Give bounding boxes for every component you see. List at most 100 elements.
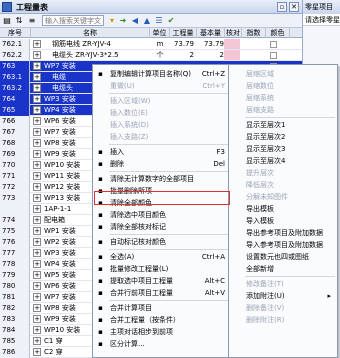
menu-item[interactable]: 重做(U) Ctrl+Y <box>93 80 231 92</box>
next-arrow-icon[interactable]: ➜ <box>118 16 128 26</box>
close-icon[interactable]: ✕ <box>289 2 299 12</box>
expand-icon[interactable]: + <box>33 326 41 334</box>
row-name: WP10 安装 <box>44 161 81 169</box>
expand-icon[interactable]: + <box>33 62 41 70</box>
expand-icon[interactable]: + <box>33 238 41 246</box>
expand-icon[interactable]: + <box>33 315 41 323</box>
col-header-check[interactable]: 核对 <box>225 28 242 38</box>
menu-item[interactable]: 导出参考项目及附加数据 <box>229 227 337 239</box>
expand-icon[interactable]: + <box>33 73 41 81</box>
menu-item[interactable]: ▪ 删除 Del <box>93 158 231 170</box>
table-row[interactable]: 762.2 + 电缆头 ZR-YJV-3*2.5 个 2 2 <box>0 50 302 61</box>
menu-item[interactable]: 删除备注(V) <box>229 302 337 314</box>
menu-item[interactable]: ▪ 插入 F3 <box>93 146 231 158</box>
row-name: 配电箱 <box>44 216 65 224</box>
menu-item[interactable]: 层缩系统 <box>229 92 337 104</box>
col-header-seq[interactable]: 序号 <box>0 28 31 38</box>
menu-item[interactable]: ▪ 自动标记核对颜色 <box>93 236 231 248</box>
menu-item[interactable]: 修改备注(T) <box>229 278 337 290</box>
menu-item[interactable]: 分解未知图件 <box>229 191 337 203</box>
menu-item[interactable]: ▪ 合并行前项目工程量 Alt+V <box>93 287 231 299</box>
menu-item[interactable]: ▪ 合并计算项目 <box>93 302 231 314</box>
menu-item[interactable]: ▪ 合并工程量（按条件） <box>93 314 231 326</box>
menu-item[interactable]: 显示至层次1 <box>229 119 337 131</box>
pin-icon[interactable]: ▫ <box>277 2 287 12</box>
menu-item[interactable]: 全部新增 <box>229 263 337 275</box>
expand-icon[interactable]: + <box>33 293 41 301</box>
sort-icon[interactable]: ⇅ <box>14 16 24 26</box>
expand-icon[interactable]: + <box>33 95 41 103</box>
expand-icon[interactable]: + <box>33 84 41 92</box>
menu-item[interactable]: 提升层次 <box>229 167 337 179</box>
menu-item[interactable]: ▪ 清除全部核对标记 <box>93 221 231 233</box>
expand-icon[interactable]: + <box>33 194 41 202</box>
menu-item[interactable]: 显示至层次3 <box>229 143 337 155</box>
menu-item[interactable]: 设置数元也四或图纸 <box>229 251 337 263</box>
menu-item[interactable]: ▪ 复制编辑计算项目名称(Q) Ctrl+Z <box>93 68 231 80</box>
col-header-index[interactable]: 指数 <box>242 28 266 38</box>
col-header-color[interactable]: 颜色 <box>266 28 290 38</box>
menu-item[interactable]: 显示至层次2 <box>229 131 337 143</box>
expand-icon[interactable]: + <box>33 249 41 257</box>
menu-item[interactable]: ▪ 清除无计算数字的全部项目 <box>93 173 231 185</box>
menu-item[interactable]: ▪ 清除选中项目颜色 <box>93 209 231 221</box>
menu-item[interactable]: 层缩数位 <box>229 80 337 92</box>
expand-icon[interactable]: + <box>33 117 41 125</box>
table-row[interactable]: 762.1 + 钢筋电线 ZR-YJV-4 m 73.79 73.79 <box>0 39 302 50</box>
menu-item[interactable]: 导入模板 <box>229 215 337 227</box>
col-header-name[interactable]: 名称 <box>31 28 150 38</box>
up-icon[interactable]: ▲ <box>142 16 152 26</box>
col-header-quantity[interactable]: 工程量 <box>170 28 197 38</box>
side-panel-hint: 请选择零星 <box>303 14 340 26</box>
menu-item[interactable]: 层缩区域 <box>229 68 337 80</box>
expand-icon[interactable]: + <box>33 282 41 290</box>
menu-item[interactable]: 插入数位(E) <box>93 107 231 119</box>
check-list-icon[interactable]: ✔ <box>166 16 176 26</box>
expand-icon[interactable]: + <box>33 271 41 279</box>
menu-item[interactable]: 降低层次 <box>229 179 337 191</box>
menu-item-label: 批量修改工程量(L) <box>110 265 169 273</box>
menu-item[interactable]: 删除附注(R) <box>229 314 337 326</box>
expand-icon[interactable]: + <box>33 139 41 147</box>
col-header-unit[interactable]: 单位 <box>150 28 170 38</box>
expand-icon[interactable]: + <box>33 161 41 169</box>
menu-item[interactable]: 层缩支路 <box>229 104 337 116</box>
list-icon[interactable]: ☰ <box>154 16 164 26</box>
menu-item[interactable]: ▪ 全选(A) Ctrl+A <box>93 251 231 263</box>
expand-icon[interactable]: + <box>33 337 41 345</box>
expand-icon[interactable]: + <box>33 227 41 235</box>
expand-icon[interactable]: + <box>33 304 41 312</box>
expand-icon[interactable]: + <box>33 51 41 59</box>
prev-arrow-icon[interactable]: ◀ <box>130 16 140 26</box>
expand-icon[interactable]: + <box>33 348 41 356</box>
menu-item[interactable]: 插入区域(W) <box>93 95 231 107</box>
expand-icon[interactable]: + <box>33 216 41 224</box>
search-input[interactable] <box>42 15 104 26</box>
menu-item-label: 合并行前项目工程量 <box>110 289 173 297</box>
menu-item[interactable]: ▪ 主项对话相步到前项 <box>93 326 231 338</box>
expand-icon[interactable]: + <box>33 260 41 268</box>
folder-icon[interactable]: ▾ <box>107 16 117 26</box>
expand-icon[interactable]: + <box>33 40 41 48</box>
expand-icon[interactable]: + <box>33 150 41 158</box>
expand-icon[interactable]: + <box>33 183 41 191</box>
row-checkbox[interactable] <box>270 52 277 59</box>
expand-icon[interactable]: + <box>33 172 41 180</box>
menu-item[interactable]: 导入参考项目及附加数据 <box>229 239 337 251</box>
menu-item[interactable]: ▪ 提取选中项目工程量 Alt+C <box>93 275 231 287</box>
row-checkbox[interactable] <box>270 41 277 48</box>
menu-item[interactable]: 显示至层次4 <box>229 155 337 167</box>
expand-icon[interactable]: + <box>33 106 41 114</box>
filter-icon[interactable]: ≡ <box>27 16 37 26</box>
tree-icon[interactable]: ▤ <box>2 16 12 26</box>
menu-item[interactable]: ▪ 区分计算... <box>93 338 231 350</box>
col-header-base[interactable]: 基本量 <box>197 28 225 38</box>
menu-item[interactable]: 导出模板 <box>229 203 337 215</box>
row-name: WP5 安装 <box>44 271 76 279</box>
menu-item[interactable]: ▪ 批量修改工程量(L) <box>93 263 231 275</box>
menu-item[interactable]: 添加附注(U) ▸ <box>229 290 337 302</box>
expand-icon[interactable]: + <box>33 128 41 136</box>
menu-item[interactable]: 插入支路(Z) <box>93 131 231 143</box>
menu-item[interactable]: 插入系统(D) <box>93 119 231 131</box>
expand-icon[interactable]: + <box>33 205 41 213</box>
